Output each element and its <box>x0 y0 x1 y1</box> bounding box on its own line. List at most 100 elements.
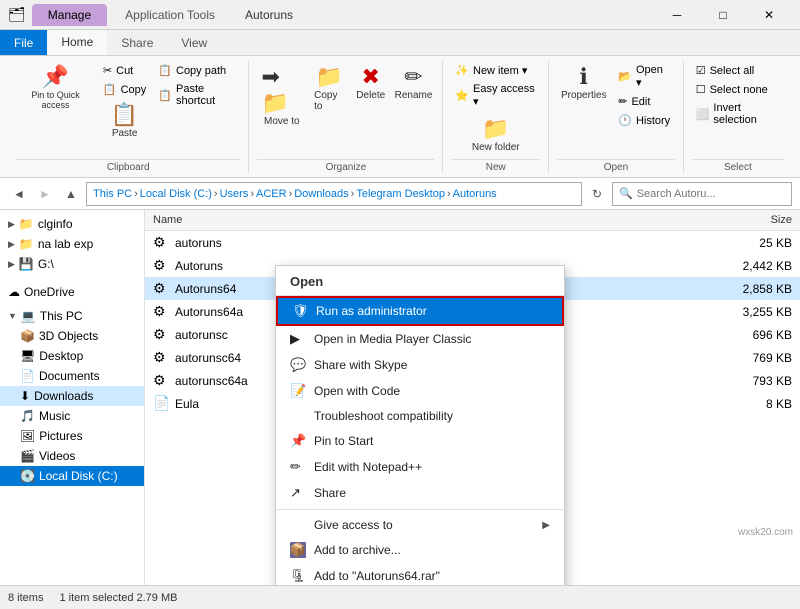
paste-shortcut-icon: 📋 <box>158 89 172 102</box>
easy-access-icon: ⭐ <box>455 89 469 102</box>
manage-tab[interactable]: Manage <box>32 4 107 26</box>
nav-item-music[interactable]: 🎵 Music <box>0 406 144 426</box>
breadcrumb-users[interactable]: Users <box>220 188 249 200</box>
ctx-add-archive[interactable]: 📦 Add to archive... <box>276 537 564 563</box>
ctx-divider <box>276 509 564 510</box>
name-column-header[interactable]: Name <box>149 212 716 228</box>
breadcrumb-acer[interactable]: ACER <box>256 188 287 200</box>
file-row[interactable]: ⚙ autoruns 25 KB <box>145 231 800 254</box>
ctx-troubleshoot[interactable]: Troubleshoot compatibility <box>276 404 564 428</box>
ctx-share[interactable]: ↗ Share <box>276 480 564 506</box>
pin-icon: 📌 <box>42 64 69 90</box>
new-item-button[interactable]: ✨ New item ▾ <box>451 62 540 79</box>
refresh-button[interactable]: ↻ <box>586 183 608 205</box>
close-button[interactable]: ✕ <box>746 0 792 30</box>
select-all-button[interactable]: ☑ Select all <box>692 62 784 79</box>
ctx-item-label: Share with Skype <box>314 358 407 372</box>
title-bar: 🗂 Manage Application Tools Autoruns ─ □ … <box>0 0 800 30</box>
context-menu-header: Open <box>276 268 564 296</box>
nav-item-g[interactable]: ▶ 💾 G:\ <box>0 254 144 274</box>
expand-icon: ▶ <box>8 219 15 230</box>
history-button[interactable]: 🕐 History <box>614 112 674 129</box>
breadcrumb-localdisk[interactable]: Local Disk (C:) <box>140 188 212 200</box>
maximize-button[interactable]: □ <box>700 0 746 30</box>
breadcrumb-telegram[interactable]: Telegram Desktop <box>356 188 445 200</box>
breadcrumb[interactable]: This PC › Local Disk (C:) › Users › ACER… <box>86 182 582 206</box>
search-input[interactable] <box>637 188 785 200</box>
app-tools-tab[interactable]: Application Tools <box>109 4 231 26</box>
organize-group: ➡📁 Move to 📁 Copy to ✖ Delete ✏ Rename O… <box>249 60 443 173</box>
file-size: 25 KB <box>712 236 792 250</box>
copy-button[interactable]: 📋 Copy <box>99 81 150 98</box>
nav-label: Videos <box>39 449 75 463</box>
easy-access-button[interactable]: ⭐ Easy access ▾ <box>451 81 540 110</box>
ctx-item-label: Add to archive... <box>314 543 401 557</box>
window-title: Autoruns <box>245 8 293 22</box>
search-box: 🔍 <box>612 182 792 206</box>
nav-item-desktop[interactable]: 🖥 Desktop <box>0 346 144 366</box>
nav-item-clginfo[interactable]: ▶ 📁 clginfo <box>0 214 144 234</box>
copy-to-button[interactable]: 📁 Copy to <box>310 62 349 114</box>
window-icon: 🗂 <box>8 6 26 23</box>
breadcrumb-thispc[interactable]: This PC <box>93 188 132 200</box>
delete-button[interactable]: ✖ Delete <box>353 62 389 103</box>
up-button[interactable]: ▲ <box>60 183 82 205</box>
properties-button[interactable]: ℹ Properties <box>557 62 610 103</box>
selected-info: 1 item selected 2.79 MB <box>59 592 177 604</box>
size-column-header[interactable]: Size <box>716 212 796 228</box>
move-to-button[interactable]: ➡📁 Move to <box>257 62 306 129</box>
ctx-edit-notepad[interactable]: ✏ Edit with Notepad++ <box>276 454 564 480</box>
select-none-button[interactable]: ☐ Select none <box>692 81 784 98</box>
new-folder-button[interactable]: 📁 New folder <box>451 112 540 157</box>
paste-shortcut-button[interactable]: 📋 Paste shortcut <box>154 81 240 109</box>
pin-icon: 📌 <box>290 433 306 449</box>
ctx-pin-start[interactable]: 📌 Pin to Start <box>276 428 564 454</box>
open-button[interactable]: 📂 Open ▾ <box>614 62 674 91</box>
nav-item-pictures[interactable]: 🖼 Pictures <box>0 426 144 446</box>
nav-item-localdisk[interactable]: 💽 Local Disk (C:) <box>0 466 144 486</box>
nav-item-documents[interactable]: 📄 Documents <box>0 366 144 386</box>
nav-item-3dobjects[interactable]: 📦 3D Objects <box>0 326 144 346</box>
new-group: ✨ New item ▾ ⭐ Easy access ▾ 📁 New folde… <box>443 60 549 173</box>
copy-path-button[interactable]: 📋 Copy path <box>154 62 240 79</box>
ctx-run-as-admin[interactable]: 🛡 Run as administrator <box>276 296 564 326</box>
share-tab[interactable]: Share <box>107 30 167 55</box>
videos-icon: 🎬 <box>20 449 35 463</box>
ctx-item-label: Add to "Autoruns64.rar" <box>314 569 440 583</box>
shield-icon: 🛡 <box>292 303 308 319</box>
play-icon: ▶ <box>290 331 306 347</box>
nav-item-onedrive[interactable]: ☁ OneDrive <box>0 282 144 302</box>
nav-label: OneDrive <box>24 285 75 299</box>
ctx-item-label: Give access to <box>314 518 393 532</box>
edit-button[interactable]: ✏ Edit <box>614 93 674 110</box>
nav-item-thispc[interactable]: ▼ 💻 This PC <box>0 306 144 326</box>
rename-button[interactable]: ✏ Rename <box>393 62 435 103</box>
ctx-share-skype[interactable]: 💬 Share with Skype <box>276 352 564 378</box>
paste-button[interactable]: 📋 Paste <box>99 100 150 141</box>
view-tab[interactable]: View <box>167 30 221 55</box>
new-item-icon: ✨ <box>455 64 469 77</box>
invert-selection-button[interactable]: ⬜ Invert selection <box>692 100 784 128</box>
back-button[interactable]: ◄ <box>8 183 30 205</box>
rar-icon: 🗜 <box>290 568 306 584</box>
history-icon: 🕐 <box>618 114 632 127</box>
ctx-item-label: Edit with Notepad++ <box>314 460 422 474</box>
nav-item-nalab[interactable]: ▶ 📁 na lab exp <box>0 234 144 254</box>
nav-label: Desktop <box>39 349 83 363</box>
home-tab[interactable]: Home <box>47 30 107 55</box>
breadcrumb-autoruns[interactable]: Autoruns <box>453 188 497 200</box>
pin-to-quick-access-button[interactable]: 📌 Pin to Quick access <box>16 62 95 112</box>
cut-button[interactable]: ✂ Cut <box>99 62 150 79</box>
ctx-open-media-player[interactable]: ▶ Open in Media Player Classic <box>276 326 564 352</box>
file-tab[interactable]: File <box>0 30 47 55</box>
nav-item-downloads[interactable]: ⬇ Downloads <box>0 386 144 406</box>
forward-button[interactable]: ► <box>34 183 56 205</box>
minimize-button[interactable]: ─ <box>654 0 700 30</box>
ctx-open-code[interactable]: 📝 Open with Code <box>276 378 564 404</box>
ctx-give-access[interactable]: Give access to ▶ <box>276 513 564 537</box>
breadcrumb-downloads[interactable]: Downloads <box>294 188 348 200</box>
ctx-add-rar[interactable]: 🗜 Add to "Autoruns64.rar" <box>276 563 564 585</box>
nav-item-videos[interactable]: 🎬 Videos <box>0 446 144 466</box>
invert-icon: ⬜ <box>696 108 710 121</box>
submenu-arrow: ▶ <box>542 520 550 531</box>
